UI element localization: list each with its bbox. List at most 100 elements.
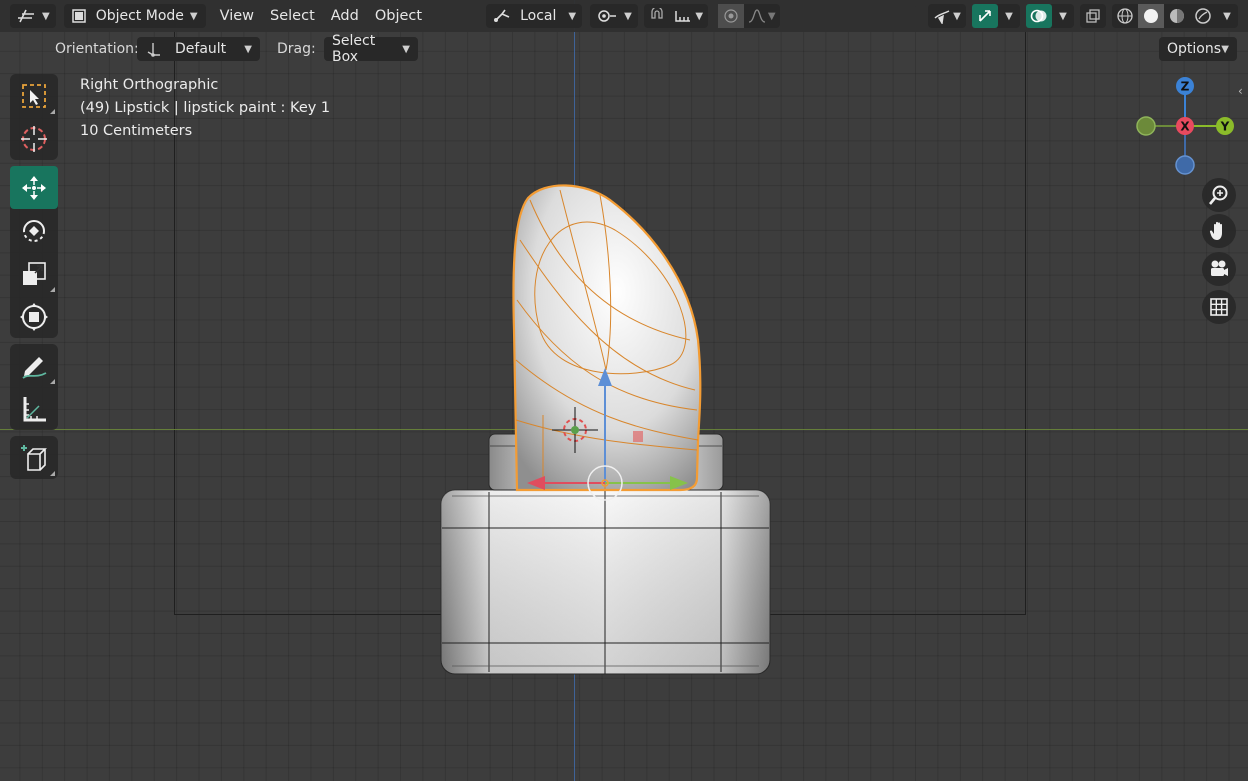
sidebar-collapse-icon[interactable]: ‹: [1238, 84, 1243, 98]
chevron-down-icon: ▼: [953, 10, 961, 22]
chevron-down-icon: ▼: [42, 10, 50, 22]
add-cube-tool[interactable]: [10, 436, 58, 479]
shading-material[interactable]: [1164, 4, 1190, 28]
options-dropdown[interactable]: Options ▼: [1159, 37, 1237, 61]
drag-dropdown[interactable]: Select Box ▼: [324, 33, 418, 65]
rotate-tool[interactable]: [10, 209, 58, 252]
selectability-visibility-dropdown[interactable]: ▼: [928, 4, 966, 28]
pencil-icon: [22, 356, 47, 379]
select-box-tool[interactable]: [10, 74, 58, 117]
object-info: (49) Lipstick | lipstick paint : Key 1: [80, 100, 331, 116]
mode-dropdown[interactable]: Object Mode ▼: [63, 4, 206, 28]
editor-type-button[interactable]: ▼: [10, 4, 56, 28]
x-axis-label: X: [1180, 120, 1190, 134]
chevron-down-icon: ▼: [1059, 10, 1067, 22]
shading-dropdown[interactable]: ▼: [1216, 4, 1238, 28]
perspective-toggle-button[interactable]: [1202, 290, 1236, 324]
shading-rendered[interactable]: [1190, 4, 1216, 28]
pivot-icon: [598, 10, 617, 22]
rendered-sphere-icon: [1195, 8, 1211, 24]
select-box-icon: [22, 83, 46, 108]
orientation-label: Orientation:: [55, 41, 139, 57]
xray-group: [1080, 4, 1106, 28]
menu-object[interactable]: Object: [375, 8, 422, 24]
viewport-header: ▼ Object Mode ▼ View Select Add Object L…: [0, 0, 1248, 32]
chevron-down-icon: ▼: [568, 10, 577, 22]
toolbar-group-annotate: [10, 344, 58, 430]
cursor-arrow-icon: [934, 10, 950, 24]
overlays-dropdown[interactable]: ▼: [1052, 4, 1074, 28]
local-axes-icon: [494, 9, 510, 22]
orientation-gizmo-icon: [147, 43, 160, 57]
camera-view-button[interactable]: [1202, 252, 1236, 286]
annotate-tool[interactable]: [10, 344, 58, 387]
chevron-down-icon: ▼: [1005, 10, 1013, 22]
gizmo-toggle[interactable]: [972, 4, 998, 28]
snap-toggle[interactable]: [644, 4, 670, 28]
menu-select[interactable]: Select: [270, 8, 315, 24]
overlay-circles-icon: [1030, 9, 1047, 23]
chevron-down-icon: ▼: [695, 10, 704, 22]
gizmo-arrows-icon: [979, 10, 991, 22]
3d-viewport[interactable]: [0, 0, 1248, 781]
options-label: Options: [1167, 41, 1222, 57]
scale-icon: [23, 261, 46, 285]
transform-tool[interactable]: [10, 295, 58, 338]
overlays-toggle[interactable]: [1026, 4, 1052, 28]
falloff-dropdown[interactable]: ▼: [744, 4, 780, 28]
drag-dropdown-value: Select Box: [332, 33, 376, 65]
navigation-gizmo[interactable]: Z Y X: [1130, 74, 1240, 184]
selectability-group: ▼: [928, 4, 966, 28]
transform-orientation-dropdown[interactable]: Local ▼: [486, 4, 583, 28]
scale-tool[interactable]: [10, 252, 58, 295]
solid-sphere-icon: [1144, 9, 1158, 23]
cursor-tool[interactable]: [10, 117, 58, 160]
falloff-curve-icon: [748, 9, 766, 23]
measure-tool[interactable]: [10, 387, 58, 430]
proportional-edit-icon: [724, 9, 738, 23]
menu-add[interactable]: Add: [331, 8, 359, 24]
zoom-button[interactable]: [1202, 178, 1236, 212]
chevron-down-icon: ▼: [1223, 10, 1231, 22]
chevron-down-icon: ▼: [244, 43, 252, 55]
hand-icon: [1209, 221, 1222, 240]
lipstick-model[interactable]: [0, 0, 1248, 781]
move-tool[interactable]: [10, 166, 58, 209]
add-cube-icon: [21, 444, 47, 471]
magnet-icon: [651, 8, 663, 19]
chevron-down-icon: ▼: [624, 10, 632, 22]
snap-group: ▼: [643, 4, 708, 28]
proportional-edit-group: ▼: [717, 4, 780, 28]
neg-z-axis-handle[interactable]: [1175, 155, 1195, 175]
pan-button[interactable]: [1202, 214, 1236, 248]
snap-target-dropdown[interactable]: ▼: [670, 4, 708, 28]
toolbar-group-transform: [10, 166, 58, 338]
gizmo-dropdown[interactable]: ▼: [998, 4, 1020, 28]
menu-view[interactable]: View: [220, 8, 254, 24]
orientation-dropdown-value: Default: [175, 41, 227, 57]
shading-wireframe[interactable]: [1112, 4, 1138, 28]
object-mode-icon: [71, 9, 86, 23]
shading-solid[interactable]: [1138, 4, 1164, 28]
pivot-point-dropdown[interactable]: ▼: [590, 4, 638, 28]
gizmo-group: ▼: [972, 4, 1020, 28]
z-axis-label: Z: [1181, 80, 1190, 94]
magnifier-zoom-icon: [1209, 185, 1228, 205]
ruler-icon: [23, 396, 46, 421]
overlays-group: ▼: [1026, 4, 1074, 28]
neg-y-axis-handle[interactable]: [1136, 116, 1156, 136]
toolbar-group-add: [10, 436, 58, 479]
chevron-down-icon: ▼: [1221, 43, 1229, 55]
orientation-value: Local: [520, 8, 557, 24]
orientation-dropdown[interactable]: Default ▼: [137, 37, 260, 61]
material-sphere-icon: [1170, 9, 1184, 23]
xray-icon: [1086, 9, 1100, 23]
grid-scale: 10 Centimeters: [80, 123, 193, 139]
proportional-edit-toggle[interactable]: [717, 4, 744, 28]
xray-toggle[interactable]: [1080, 4, 1106, 28]
grid-icon: [1210, 298, 1228, 316]
mode-label: Object Mode: [95, 8, 184, 24]
transform-icon: [20, 302, 48, 331]
drag-label: Drag:: [277, 41, 316, 57]
chevron-down-icon: ▼: [189, 10, 198, 22]
